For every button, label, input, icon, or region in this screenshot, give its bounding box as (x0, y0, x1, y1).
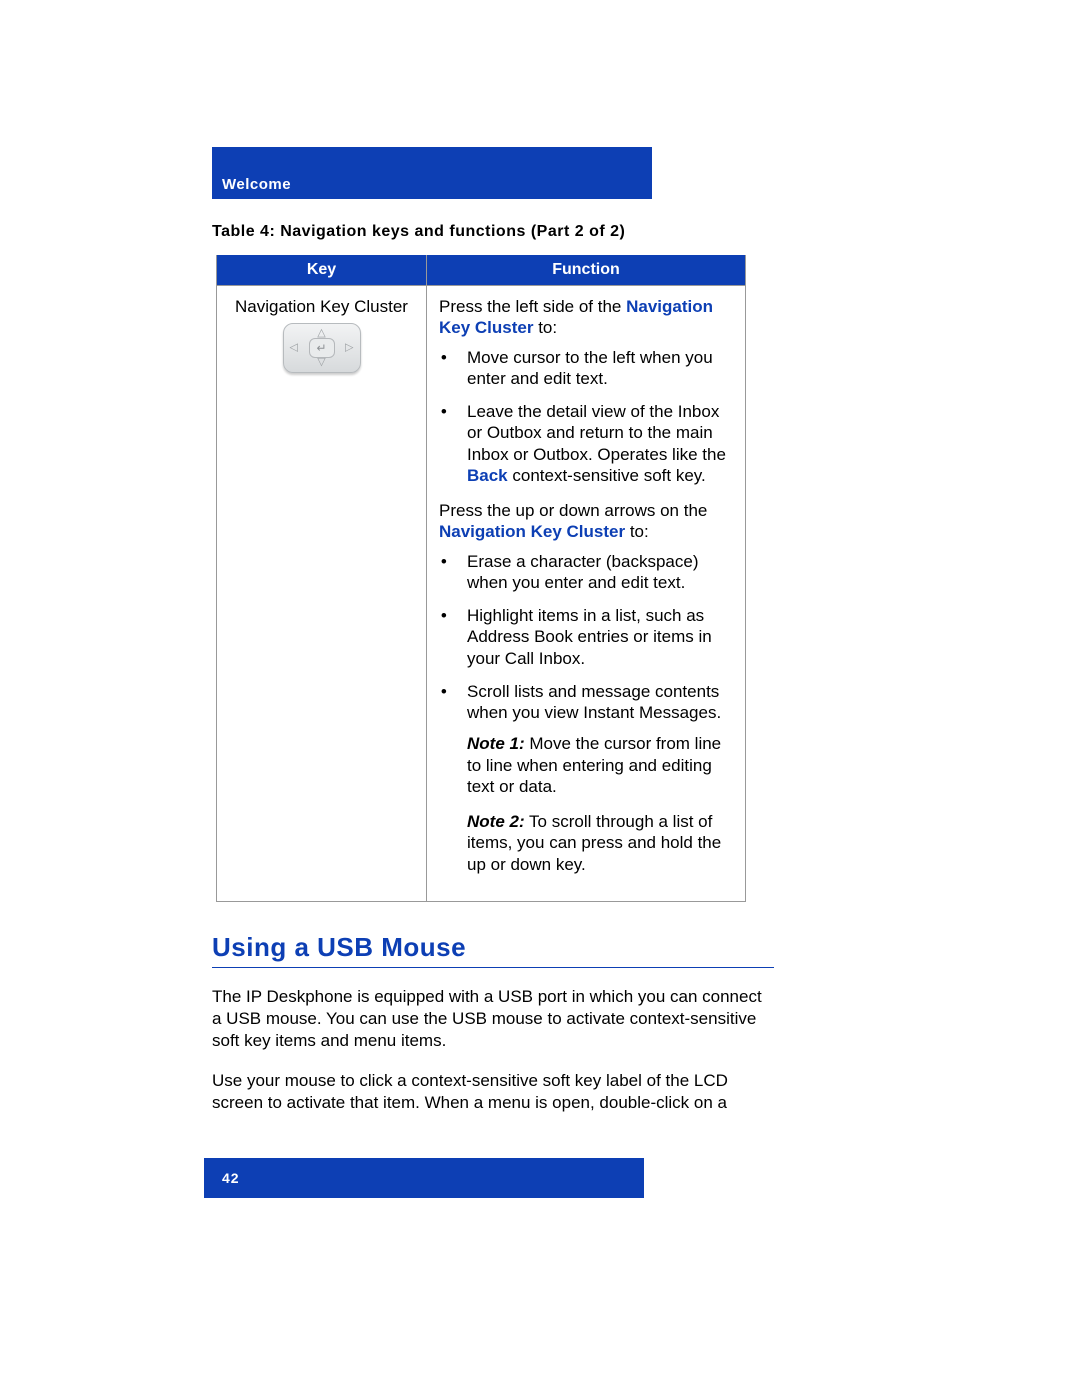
document-page: Welcome Table 4: Navigation keys and fun… (212, 147, 774, 1132)
table-header-function: Function (427, 255, 746, 286)
table-cell-key: Navigation Key Cluster △ ▽ ◁ ▷ ↵ (217, 286, 427, 902)
section-heading: Using a USB Mouse (212, 932, 774, 963)
list-item: Scroll lists and message contents when y… (461, 681, 733, 875)
list-item: Leave the detail view of the Inbox or Ou… (461, 401, 733, 486)
list-item: Erase a character (backspace) when you e… (461, 551, 733, 594)
page-footer-bar: 42 (204, 1158, 644, 1198)
table-cell-function: Press the left side of the Navigation Ke… (427, 286, 746, 902)
table-row: Navigation Key Cluster △ ▽ ◁ ▷ ↵ Press t… (217, 286, 746, 902)
press-updown-text: Press the up or down arrows on the Navig… (439, 500, 733, 543)
key-label: Navigation Key Cluster (229, 296, 414, 317)
section-name: Welcome (222, 176, 291, 193)
page-header-bar: Welcome (212, 147, 652, 199)
table-header-key: Key (217, 255, 427, 286)
chevron-left-icon: ◁ (290, 343, 298, 354)
chevron-down-icon: ▽ (317, 357, 325, 368)
note-2: Note 2: To scroll through a list of item… (467, 811, 733, 875)
body-paragraph: Use your mouse to click a context-sensit… (212, 1070, 774, 1114)
chevron-right-icon: ▷ (345, 343, 353, 354)
updown-functions-list: Erase a character (backspace) when you e… (439, 551, 733, 875)
page-number: 42 (222, 1170, 240, 1186)
press-left-text: Press the left side of the Navigation Ke… (439, 296, 733, 339)
list-item: Move cursor to the left when you enter a… (461, 347, 733, 390)
section-rule (212, 967, 774, 968)
table-caption: Table 4: Navigation keys and functions (… (212, 223, 774, 241)
nav-cluster-icon: △ ▽ ◁ ▷ ↵ (283, 323, 361, 373)
back-softkey-term: Back (467, 466, 508, 485)
body-paragraph: The IP Deskphone is equipped with a USB … (212, 986, 774, 1052)
list-item: Highlight items in a list, such as Addre… (461, 605, 733, 669)
note-1: Note 1: Move the cursor from line to lin… (467, 733, 733, 797)
left-side-functions-list: Move cursor to the left when you enter a… (439, 347, 733, 487)
nav-key-cluster-term: Navigation Key Cluster (439, 522, 625, 541)
enter-icon: ↵ (309, 338, 335, 358)
navigation-keys-table: Key Function Navigation Key Cluster △ ▽ … (216, 255, 746, 902)
